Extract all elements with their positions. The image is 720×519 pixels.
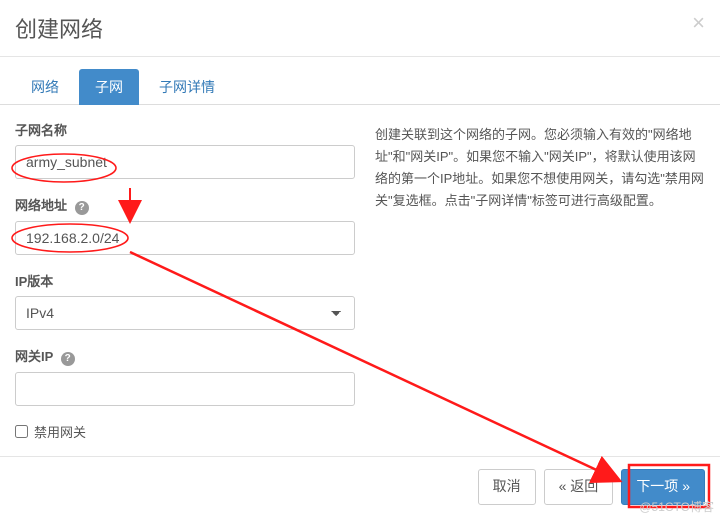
close-icon[interactable]: × xyxy=(692,10,705,36)
cancel-button[interactable]: 取消 xyxy=(478,469,536,505)
ip-version-select[interactable]: IPv4 xyxy=(15,296,355,330)
help-icon[interactable]: ? xyxy=(75,201,89,215)
disable-gateway-checkbox-row: 禁用网关 xyxy=(15,422,355,441)
tab-bar: 网络 子网 子网详情 xyxy=(0,57,720,105)
gateway-ip-group: 网关IP ? xyxy=(15,346,355,406)
disable-gateway-label: 禁用网关 xyxy=(34,422,86,441)
help-icon[interactable]: ? xyxy=(61,352,75,366)
subnet-name-label: 子网名称 xyxy=(15,120,355,139)
tab-subnet-detail[interactable]: 子网详情 xyxy=(143,69,231,105)
back-button[interactable]: « 返回 xyxy=(544,469,614,505)
modal-footer: 取消 « 返回 下一项 » xyxy=(0,456,720,517)
disable-gateway-checkbox[interactable] xyxy=(15,425,28,438)
network-address-input[interactable] xyxy=(15,221,355,255)
modal-body: 子网名称 网络地址 ? IP版本 IPv4 网关IP ? xyxy=(0,105,720,456)
ip-version-group: IP版本 IPv4 xyxy=(15,271,355,330)
modal-header: 创建网络 × xyxy=(0,0,720,57)
help-text: 创建关联到这个网络的子网。您必须输入有效的"网络地址"和"网关IP"。如果您不输… xyxy=(375,120,705,441)
subnet-name-group: 子网名称 xyxy=(15,120,355,179)
tab-subnet[interactable]: 子网 xyxy=(79,69,139,105)
create-network-modal: 创建网络 × 网络 子网 子网详情 子网名称 网络地址 ? IP版本 I xyxy=(0,0,720,517)
network-address-group: 网络地址 ? xyxy=(15,195,355,255)
modal-title: 创建网络 xyxy=(15,12,705,44)
ip-version-label: IP版本 xyxy=(15,271,355,290)
tab-network[interactable]: 网络 xyxy=(15,69,75,105)
subnet-name-input[interactable] xyxy=(15,145,355,179)
gateway-ip-label: 网关IP ? xyxy=(15,346,355,366)
network-address-label: 网络地址 ? xyxy=(15,195,355,215)
form-column: 子网名称 网络地址 ? IP版本 IPv4 网关IP ? xyxy=(15,120,355,441)
gateway-ip-input[interactable] xyxy=(15,372,355,406)
watermark: @51CTO博客 xyxy=(639,498,714,515)
